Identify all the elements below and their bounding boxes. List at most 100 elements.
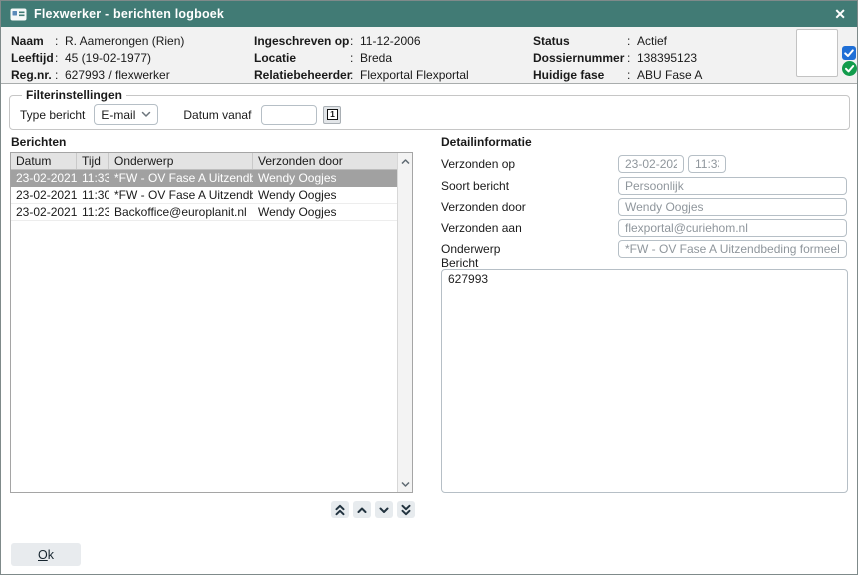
field-separator: : xyxy=(55,67,65,84)
field-value: 627993 / flexwerker xyxy=(65,67,170,84)
field-separator: : xyxy=(350,33,360,50)
header-column-2: Ingeschreven op : 11-12-2006 Locatie : B… xyxy=(254,33,469,84)
soort-bericht-input[interactable] xyxy=(618,177,847,195)
detail-title: Detailinformatie xyxy=(441,135,532,149)
header-column-3: Status : Actief Dossiernummer : 13839512… xyxy=(533,33,702,84)
verzonden-op-label: Verzonden op xyxy=(441,157,618,171)
verzonden-op-time-input[interactable] xyxy=(688,155,726,173)
filter-settings-group: Filterinstellingen Type bericht E-mail D… xyxy=(9,88,850,130)
field-value: Breda xyxy=(360,50,392,67)
green-check-icon xyxy=(842,61,857,76)
detail-row-verzonden-op: Verzonden op xyxy=(441,155,726,173)
berichten-table: Datum Tijd Onderwerp Verzonden door 23-0… xyxy=(11,153,397,492)
verzonden-aan-input[interactable] xyxy=(618,219,847,237)
column-header-verzonden-door[interactable]: Verzonden door xyxy=(253,153,397,169)
table-row[interactable]: 23-02-2021 11:23 Backoffice@europlanit.n… xyxy=(11,204,397,221)
verzonden-op-date-input[interactable] xyxy=(618,155,684,173)
bericht-label: Bericht xyxy=(441,256,478,270)
field-separator: : xyxy=(55,33,65,50)
cell-verzonden-door: Wendy Oogjes xyxy=(253,187,397,203)
detail-row-onderwerp: Onderwerp xyxy=(441,240,847,258)
cell-onderwerp: Backoffice@europlanit.nl xyxy=(109,204,253,220)
dialog-body: Filterinstellingen Type bericht E-mail D… xyxy=(1,84,857,574)
chevron-up-icon xyxy=(355,503,369,517)
field-separator: : xyxy=(627,67,637,84)
cell-datum: 23-02-2021 xyxy=(11,204,77,220)
calendar-glyph: 1 xyxy=(327,109,338,120)
berichten-title: Berichten xyxy=(11,135,66,149)
header-field-dossiernummer: Dossiernummer : 138395123 xyxy=(533,50,702,67)
type-bericht-select[interactable]: E-mail xyxy=(94,104,158,125)
scroll-up-icon[interactable] xyxy=(398,154,412,169)
header-field-huidige-fase: Huidige fase : ABU Fase A xyxy=(533,67,702,84)
column-header-datum[interactable]: Datum xyxy=(11,153,77,169)
verzonden-door-input[interactable] xyxy=(618,198,847,216)
field-value: 11-12-2006 xyxy=(360,33,421,50)
field-label: Naam xyxy=(11,33,55,50)
field-value: 45 (19-02-1977) xyxy=(65,50,151,67)
field-separator: : xyxy=(55,50,65,67)
column-header-onderwerp[interactable]: Onderwerp xyxy=(109,153,253,169)
field-label: Leeftijd xyxy=(11,50,55,67)
field-label: Ingeschreven op xyxy=(254,33,350,50)
scroll-down-icon[interactable] xyxy=(398,476,412,491)
cell-datum: 23-02-2021 xyxy=(11,187,77,203)
header-column-1: Naam : R. Aamerongen (Rien) Leeftijd : 4… xyxy=(11,33,184,84)
field-separator: : xyxy=(350,50,360,67)
field-value: Flexportal Flexportal xyxy=(360,67,469,84)
cell-tijd: 11:30 xyxy=(77,187,109,203)
double-chevron-down-icon xyxy=(399,503,413,517)
ok-button[interactable]: Ok xyxy=(11,543,81,566)
header-field-status: Status : Actief xyxy=(533,33,702,50)
double-chevron-up-icon xyxy=(333,503,347,517)
bericht-textarea[interactable]: 627993 xyxy=(441,269,848,493)
calendar-icon[interactable]: 1 xyxy=(323,106,341,124)
cell-onderwerp: *FW - OV Fase A Uitzendb... xyxy=(109,187,253,203)
type-bericht-label: Type bericht xyxy=(20,108,85,122)
detail-row-verzonden-aan: Verzonden aan xyxy=(441,219,847,237)
photo-placeholder xyxy=(796,29,838,77)
cell-onderwerp: *FW - OV Fase A Uitzendb... xyxy=(109,170,253,186)
flexwerker-dialog: Flexwerker - berichten logboek ✕ Naam : … xyxy=(0,0,858,575)
table-header-row: Datum Tijd Onderwerp Verzonden door xyxy=(11,153,397,170)
last-record-button[interactable] xyxy=(397,501,415,518)
type-bericht-value: E-mail xyxy=(101,108,135,122)
table-row[interactable]: 23-02-2021 11:33 *FW - OV Fase A Uitzend… xyxy=(11,170,397,187)
filter-row: Type bericht E-mail Datum vanaf 1 xyxy=(20,104,849,125)
onderwerp-input[interactable] xyxy=(618,240,847,258)
datum-vanaf-input[interactable] xyxy=(261,105,317,125)
field-label: Huidige fase xyxy=(533,67,627,84)
person-info-header: Naam : R. Aamerongen (Rien) Leeftijd : 4… xyxy=(1,27,857,84)
field-label: Relatiebeheerder xyxy=(254,67,350,84)
chevron-down-icon xyxy=(141,111,151,118)
previous-record-button[interactable] xyxy=(353,501,371,518)
field-label: Dossiernummer xyxy=(533,50,627,67)
ok-button-label: Ok xyxy=(11,548,81,562)
blue-checkbox[interactable] xyxy=(842,46,856,60)
first-record-button[interactable] xyxy=(331,501,349,518)
table-row[interactable]: 23-02-2021 11:30 *FW - OV Fase A Uitzend… xyxy=(11,187,397,204)
header-field-relatiebeheerder: Relatiebeheerder : Flexportal Flexportal xyxy=(254,67,469,84)
detail-row-soort-bericht: Soort bericht xyxy=(441,177,847,195)
field-separator: : xyxy=(350,67,360,84)
soort-bericht-label: Soort bericht xyxy=(441,179,618,193)
header-field-ingeschreven: Ingeschreven op : 11-12-2006 xyxy=(254,33,469,50)
field-label: Status xyxy=(533,33,627,50)
header-field-naam: Naam : R. Aamerongen (Rien) xyxy=(11,33,184,50)
datum-vanaf-label: Datum vanaf xyxy=(183,108,251,122)
filter-settings-legend: Filterinstellingen xyxy=(22,88,126,102)
header-field-leeftijd: Leeftijd : 45 (19-02-1977) xyxy=(11,50,184,67)
record-navigation xyxy=(331,501,415,518)
vertical-scrollbar[interactable] xyxy=(397,153,412,492)
field-separator: : xyxy=(627,50,637,67)
close-button[interactable]: ✕ xyxy=(832,7,848,21)
next-record-button[interactable] xyxy=(375,501,393,518)
field-value: Actief xyxy=(637,33,667,50)
cell-verzonden-door: Wendy Oogjes xyxy=(253,204,397,220)
chevron-down-icon xyxy=(377,503,391,517)
header-field-locatie: Locatie : Breda xyxy=(254,50,469,67)
field-label: Locatie xyxy=(254,50,350,67)
field-label: Reg.nr. xyxy=(11,67,55,84)
column-header-tijd[interactable]: Tijd xyxy=(77,153,109,169)
field-separator: : xyxy=(627,33,637,50)
